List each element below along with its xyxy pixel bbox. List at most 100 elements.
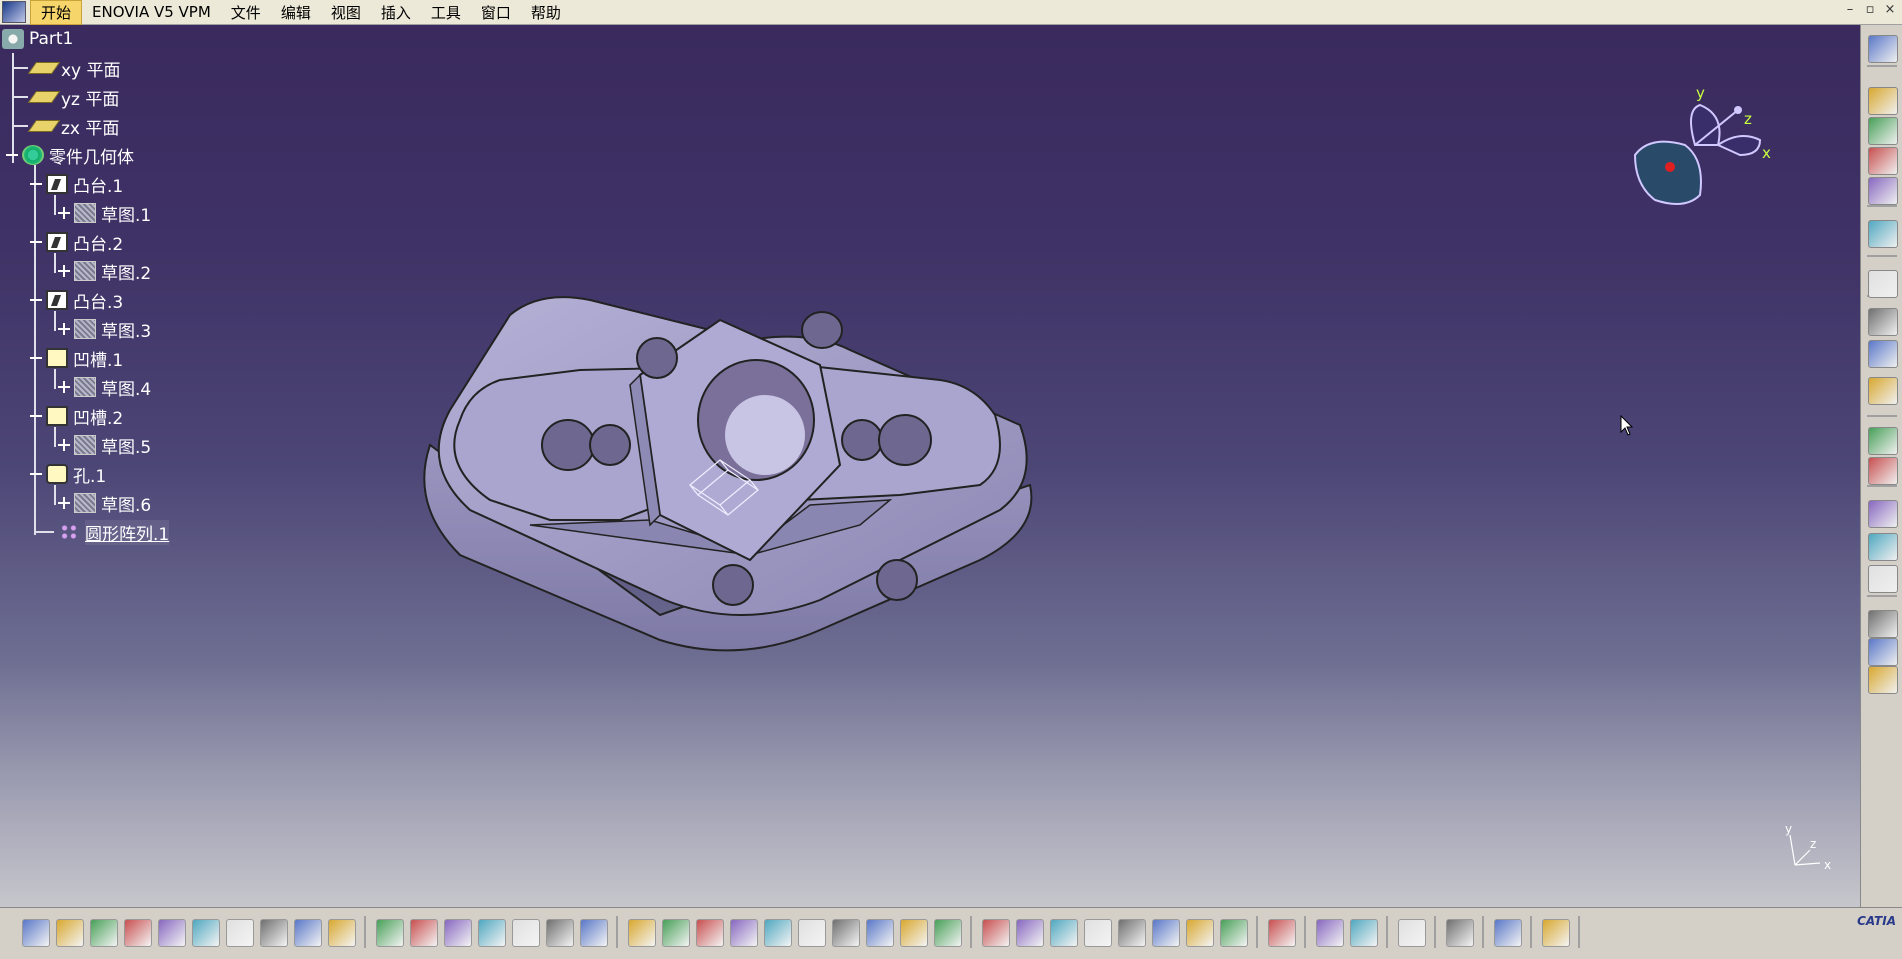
collapse-icon[interactable] [30,410,42,422]
view-icon[interactable] [1868,147,1898,175]
disabled-icon[interactable] [444,919,472,947]
cut-icon[interactable] [158,919,186,947]
frame-icon[interactable] [1868,457,1898,485]
tree-item-yz-plane[interactable]: yz 平面 [14,83,119,111]
view-icon[interactable] [1868,117,1898,145]
part-icon[interactable] [1868,638,1898,666]
measure-icon[interactable] [1084,919,1112,947]
minimize-button[interactable]: – [1842,2,1858,18]
pan-icon[interactable] [696,919,724,947]
expand-icon[interactable] [58,265,70,277]
zoom-icon[interactable] [1868,377,1898,405]
redo-icon[interactable] [294,919,322,947]
menu-enovia[interactable]: ENOVIA V5 VPM [82,2,221,22]
swap-icon[interactable] [1016,919,1044,947]
collapse-icon[interactable] [30,294,42,306]
scale-icon[interactable] [1350,919,1378,947]
menu-tools[interactable]: 工具 [421,1,471,24]
shading-icon[interactable] [934,919,962,947]
eraser-icon[interactable] [1542,919,1570,947]
part-icon[interactable] [1868,610,1898,638]
tree-item-feature[interactable]: 凸台.1 [30,170,123,198]
menu-view[interactable]: 视图 [321,1,371,24]
collapse-icon[interactable] [30,178,42,190]
normal-view-icon[interactable] [832,919,860,947]
update-icon[interactable] [1220,919,1248,947]
stack-icon[interactable] [1398,919,1426,947]
expand-icon[interactable] [58,207,70,219]
tree-item-feature[interactable]: 凹槽.2 [30,402,123,430]
menu-file[interactable]: 文件 [221,1,271,24]
tree-item-sketch[interactable]: 草图.4 [58,373,151,401]
new-icon[interactable] [22,919,50,947]
snap-icon[interactable] [1446,919,1474,947]
menu-help[interactable]: 帮助 [521,1,571,24]
zoom-out-icon[interactable] [798,919,826,947]
render-icon[interactable] [1050,919,1078,947]
paste-icon[interactable] [226,919,254,947]
abc-icon[interactable] [1868,500,1898,528]
part-icon[interactable] [1868,666,1898,694]
collapse-icon[interactable] [30,468,42,480]
menu-window[interactable]: 窗口 [471,1,521,24]
tree-item-sketch[interactable]: 草图.1 [58,199,151,227]
iso-view-icon[interactable] [900,919,928,947]
save-icon[interactable] [90,919,118,947]
expand-icon[interactable] [58,439,70,451]
cube-icon[interactable] [1868,308,1898,336]
view-icon[interactable] [1868,177,1898,205]
speech-icon[interactable] [410,919,438,947]
tree-item-feature[interactable]: 凸台.3 [30,286,123,314]
grab-icon[interactable] [1268,919,1296,947]
collapse-icon[interactable] [30,352,42,364]
tree-item-circular-pattern[interactable]: 圆形阵列.1 [36,518,170,546]
multi-view-icon[interactable] [866,919,894,947]
close-button[interactable]: × [1882,2,1898,18]
cylinder-icon[interactable] [1152,919,1180,947]
tree-item-part1[interactable]: Part1 [2,25,73,53]
3d-part-model[interactable] [420,295,1120,715]
gear-icon[interactable] [1868,35,1898,63]
tree-item-part-body[interactable]: 零件几何体 [6,141,134,169]
tree-item-sketch[interactable]: 草图.3 [58,315,151,343]
list-icon[interactable] [1494,919,1522,947]
expand-icon[interactable] [58,497,70,509]
measure-icon[interactable] [1868,533,1898,561]
tree-item-zx-plane[interactable]: zx 平面 [14,112,119,140]
hide-icon[interactable] [982,919,1010,947]
rotate-icon[interactable] [730,919,758,947]
collapse-icon[interactable] [30,236,42,248]
fit-all-icon[interactable] [662,919,690,947]
circle-icon[interactable] [1868,340,1898,368]
camera-icon[interactable] [1186,919,1214,947]
table-icon[interactable] [478,919,506,947]
tree-icon[interactable] [512,919,540,947]
tree-item-feature[interactable]: 凸台.2 [30,228,123,256]
tree-item-xy-plane[interactable]: xy 平面 [14,54,121,82]
print-icon[interactable] [124,919,152,947]
tree-item-feature[interactable]: 孔.1 [30,460,106,488]
collapse-icon[interactable] [6,149,18,161]
compass-widget[interactable]: y z x [1630,70,1830,230]
grid-icon[interactable] [1868,427,1898,455]
tree-item-sketch[interactable]: 草图.2 [58,257,151,285]
3d-viewport[interactable]: Part1 xy 平面 yz 平面 zx 平面 零件几何体 凸台.1 草图.1 … [0,25,1860,907]
tree-item-feature[interactable]: 凹槽.1 [30,344,123,372]
restore-button[interactable]: ▫ [1862,2,1878,18]
menu-insert[interactable]: 插入 [371,1,421,24]
axis-icon[interactable] [1316,919,1344,947]
menu-edit[interactable]: 编辑 [271,1,321,24]
help-icon[interactable] [328,919,356,947]
tree-item-sketch[interactable]: 草图.5 [58,431,151,459]
align-icon[interactable] [580,919,608,947]
zoom-in-icon[interactable] [764,919,792,947]
apply-icon[interactable] [1118,919,1146,947]
hand-icon[interactable] [1868,270,1898,298]
stack-icon[interactable] [1868,565,1898,593]
fly-icon[interactable] [628,919,656,947]
select-arrow-icon[interactable] [1868,220,1898,248]
expand-icon[interactable] [58,381,70,393]
open-icon[interactable] [56,919,84,947]
undo-icon[interactable] [260,919,288,947]
expand-icon[interactable] [58,323,70,335]
